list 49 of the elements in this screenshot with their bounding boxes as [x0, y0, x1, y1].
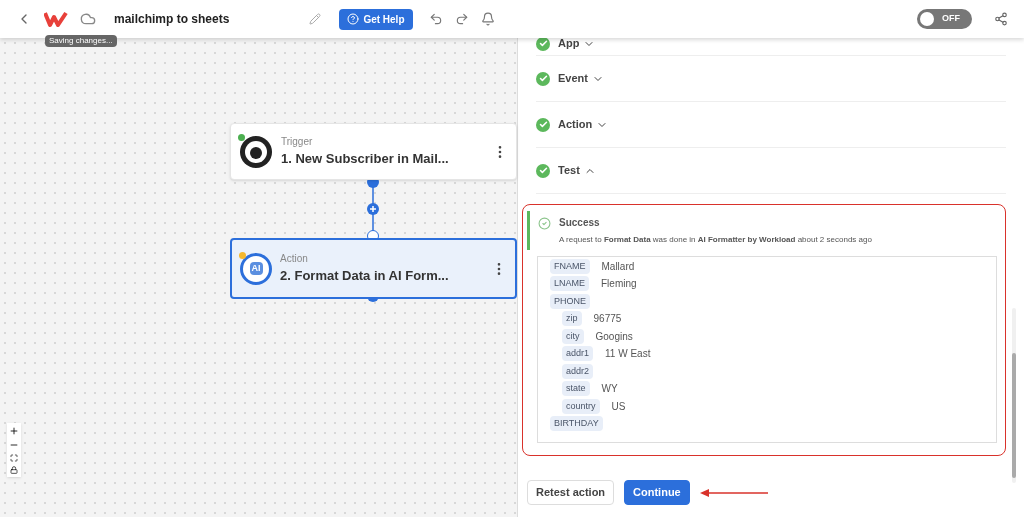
undo-icon[interactable]: [428, 12, 443, 26]
step-type: Action: [280, 252, 309, 267]
lock-icon[interactable]: [10, 466, 18, 474]
help-icon: [347, 13, 360, 25]
ai-logo-icon: AI: [240, 252, 272, 285]
field-key: BIRTHDAY: [550, 416, 603, 432]
field-key: FNAME: [550, 258, 590, 274]
step-card[interactable]: Trigger 1. New Subscriber in Mail...: [230, 123, 517, 180]
field-key: city: [562, 328, 584, 344]
field-value: 11 W East: [605, 347, 651, 362]
arrow-annotation: [699, 487, 768, 498]
section-header[interactable]: Action: [558, 116, 609, 133]
saving-tooltip: Saving changes...: [45, 35, 117, 47]
share-icon[interactable]: [994, 12, 1008, 26]
continue-button[interactable]: Continue: [624, 480, 690, 505]
workflow-title: mailchimp to sheets: [114, 11, 230, 28]
field-value: 96775: [593, 312, 622, 327]
status-message: A request to Format Data was done in AI Formatter by Workload about 2 seconds ago: [559, 234, 872, 246]
field-key: PHONE: [550, 293, 590, 309]
section-header[interactable]: Test: [558, 162, 596, 179]
bell-icon[interactable]: [480, 12, 495, 26]
field-key: state: [562, 381, 590, 397]
field-value: Googins: [595, 329, 633, 344]
field-key: zip: [562, 311, 582, 327]
field-key: country: [562, 398, 600, 414]
cloud-icon: [80, 11, 96, 27]
field-value: Fleming: [601, 277, 637, 292]
redo-icon[interactable]: [454, 12, 469, 26]
round-logo-icon: [239, 134, 273, 169]
step-card[interactable]: AI Action 2. Format Data in AI Form...: [230, 238, 517, 299]
step-type: Trigger: [281, 135, 314, 150]
field-key: addr1: [562, 346, 594, 362]
field-value: WY: [601, 382, 618, 397]
field-key: LNAME: [550, 276, 589, 292]
toggle-switch[interactable]: OFF: [917, 9, 972, 29]
field-value: Mallard: [601, 259, 635, 274]
section-header[interactable]: Event: [558, 70, 604, 87]
fit-view-icon[interactable]: [10, 454, 18, 462]
logo-icon: [44, 11, 68, 27]
step-title: 2. Format Data in AI Form...: [280, 267, 450, 286]
zoom-in-icon[interactable]: [9, 426, 19, 436]
retest-button[interactable]: Retest action: [527, 480, 615, 505]
get-help-button[interactable]: Get Help: [339, 8, 413, 30]
field-value: US: [611, 399, 626, 414]
success-icon: [538, 217, 551, 230]
section-header[interactable]: App: [558, 35, 596, 52]
step-title: 1. New Subscriber in Mail...: [281, 150, 450, 169]
status-title: Success: [559, 216, 601, 230]
field-key: addr2: [562, 363, 594, 379]
